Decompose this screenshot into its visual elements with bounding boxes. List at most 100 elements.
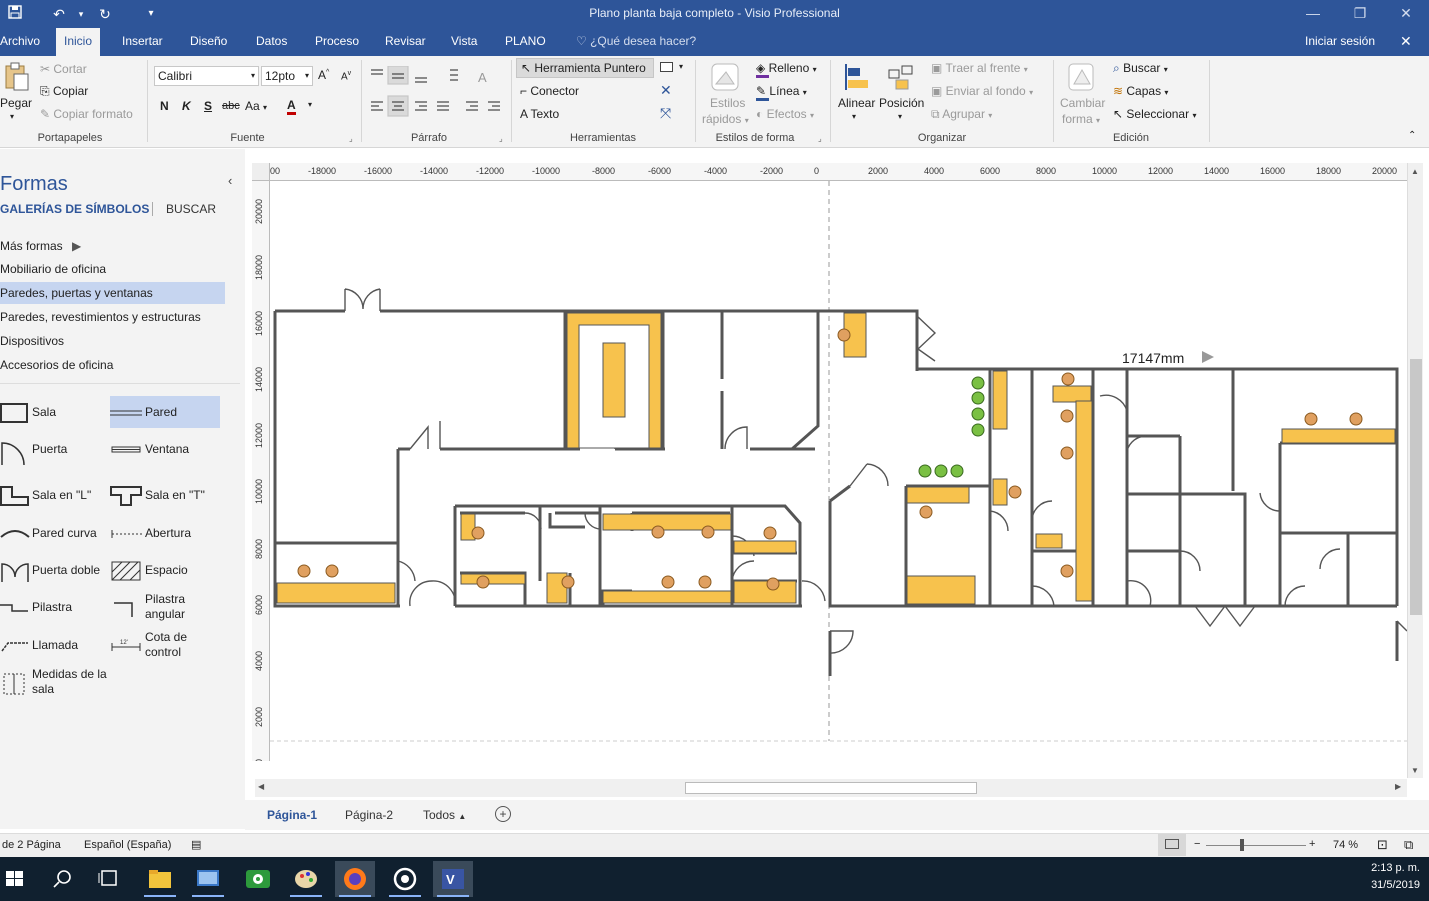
scroll-left-icon[interactable]: ◀ [258,782,264,791]
stencil-paredes-estructuras[interactable]: Paredes, revestimientos y estructuras [0,306,225,328]
connection-point-icon[interactable]: ⤧ [660,105,671,122]
zoom-out-icon[interactable]: − [1194,838,1200,850]
tab-proceso[interactable]: Proceso [307,28,367,56]
font-color-dropdown-icon[interactable]: ▾ [308,100,312,109]
paint-icon[interactable] [286,861,326,897]
file-explorer-icon[interactable] [140,861,180,897]
quick-styles-button[interactable]: rápidos ▾ [702,112,749,126]
shape-sala[interactable]: Sala [32,405,56,419]
tab-insertar[interactable]: Insertar [114,28,171,56]
close-document-icon[interactable]: ✕ [1392,28,1420,56]
pointer-tool-button[interactable]: ↖ Herramienta Puntero [516,58,654,78]
collapse-ribbon-icon[interactable]: ⌃ [1408,130,1416,141]
shape-puerta-doble[interactable]: Puerta doble [32,563,100,577]
clock-date[interactable]: 31/5/2019 [1362,879,1420,891]
italic-button[interactable]: K [182,99,191,113]
task-view-icon[interactable] [90,861,130,897]
page-tab-2[interactable]: Página-2 [345,808,393,822]
strikethrough-button[interactable]: abc [222,100,240,112]
firefox-icon[interactable] [335,861,375,897]
presentation-mode-icon[interactable] [1158,834,1186,856]
align-dropdown-icon[interactable]: ▾ [852,112,856,121]
stencil-mobiliario-oficina[interactable]: Mobiliario de oficina [0,258,225,280]
quick-styles-icon[interactable] [708,62,742,94]
select-button[interactable]: ↖ Seleccionar ▾ [1113,107,1196,121]
shape-pilastra[interactable]: Pilastra [32,600,72,614]
text-tool-button[interactable]: A Texto [520,107,559,121]
shape-tool-dropdown-icon[interactable]: ▾ [679,62,683,71]
horizontal-scroll-thumb[interactable] [685,782,977,794]
vertical-scroll-thumb[interactable] [1410,359,1422,615]
line-button[interactable]: ✎ Línea ▾ [756,84,807,101]
minimize-button[interactable]: — [1290,0,1336,28]
copy-button[interactable]: ⎘ Copiar [40,84,88,99]
paste-button[interactable]: Pegar [0,96,32,110]
group-button[interactable]: ⧉ Agrupar ▾ [931,107,992,122]
search-icon[interactable] [42,861,82,897]
bold-button[interactable]: N [160,99,169,113]
fill-button[interactable]: ◈ Relleno ▾ [756,61,817,78]
tab-revisar[interactable]: Revisar [377,28,434,56]
format-painter-button[interactable]: ✎ Copiar formato [40,107,133,121]
paragraph-dialog-launcher-icon[interactable]: ⌟ [499,134,503,143]
vertical-scrollbar[interactable]: ▲ ▼ [1407,163,1423,778]
shape-sala-t[interactable]: Sala en "T" [145,488,205,502]
vertical-ruler[interactable]: 20000 18000 16000 14000 12000 10000 8000… [252,181,270,761]
tab-inicio[interactable]: Inicio [56,28,101,56]
shape-sala-l[interactable]: Sala en "L" [32,488,91,502]
collapse-panel-icon[interactable]: ‹ [228,173,232,188]
stencil-accesorios-oficina[interactable]: Accesorios de oficina [0,354,225,376]
switch-windows-icon[interactable]: ⧉ [1404,837,1413,853]
start-icon[interactable] [0,861,40,897]
position-icon[interactable] [886,62,916,92]
page-tab-1[interactable]: Página-1 [267,808,317,822]
layers-button[interactable]: ≋ Capas ▾ [1113,84,1168,98]
bring-to-front-button[interactable]: ▣ Traer al frente ▾ [931,61,1028,75]
tab-archivo[interactable]: Archivo [0,28,48,56]
fit-page-icon[interactable]: ⊡ [1377,837,1388,853]
connector-tool-button[interactable]: ⌐ Conector [520,84,579,98]
align-button[interactable]: Alinear [838,96,875,110]
tab-diseno[interactable]: Diseño [182,28,235,56]
tab-plano[interactable]: PLANO [497,28,554,56]
scroll-up-icon[interactable]: ▲ [1411,167,1419,176]
tab-stencil-galleries[interactable]: GALERÍAS DE SÍMBOLOS [0,202,149,216]
all-pages-button[interactable]: Todos ▲ [423,808,466,822]
font-family-select[interactable]: Calibri ▾ [154,66,259,86]
zoom-level[interactable]: 74 % [1333,839,1358,851]
more-shapes-item[interactable]: Más formas ▶ [0,235,225,257]
shrink-font-icon[interactable]: Av [341,70,351,82]
stencil-dispositivos[interactable]: Dispositivos [0,330,225,352]
close-button[interactable]: ✕ [1383,0,1429,28]
shape-medidas-sala[interactable]: Medidas de la sala [32,667,112,697]
floor-plan[interactable]: 17147mm [270,181,1407,777]
change-shape-icon[interactable] [1066,62,1096,94]
shape-pared-curva[interactable]: Pared curva [32,526,97,540]
horizontal-ruler[interactable]: 00 -18000 -16000 -14000 -12000 -10000 -8… [270,163,1407,181]
position-button[interactable]: Posición [879,96,924,110]
tab-datos[interactable]: Datos [248,28,295,56]
shape-ventana[interactable]: Ventana [145,442,189,456]
close-tool-icon[interactable]: ✕ [660,82,672,99]
change-shape-button[interactable]: forma ▾ [1062,112,1100,126]
font-dialog-launcher-icon[interactable]: ⌟ [349,134,353,143]
shape-abertura[interactable]: Abertura [145,526,191,540]
shape-llamada[interactable]: Llamada [32,638,78,652]
send-to-back-button[interactable]: ▣ Enviar al fondo ▾ [931,84,1033,98]
scroll-right-icon[interactable]: ▶ [1395,782,1401,791]
shape-puerta[interactable]: Puerta [32,442,67,456]
visio-icon[interactable]: V [433,861,473,897]
font-color-button[interactable]: A [287,98,296,115]
clock-time[interactable]: 2:13 p. m. [1366,862,1420,874]
tab-vista[interactable]: Vista [443,28,485,56]
paste-icon[interactable] [2,62,30,92]
page-count[interactable]: de 2 Página [2,839,61,851]
cut-button[interactable]: ✂ Cortar [40,62,87,76]
zoom-slider[interactable] [1206,845,1306,846]
tell-me-box[interactable]: ♡ ¿Qué desea hacer? [568,28,704,56]
zoom-slider-thumb[interactable] [1240,839,1244,851]
scroll-down-icon[interactable]: ▼ [1411,766,1419,775]
media-player-icon[interactable] [238,861,278,897]
position-dropdown-icon[interactable]: ▾ [898,112,902,121]
font-size-select[interactable]: 12pto ▾ [261,66,313,86]
